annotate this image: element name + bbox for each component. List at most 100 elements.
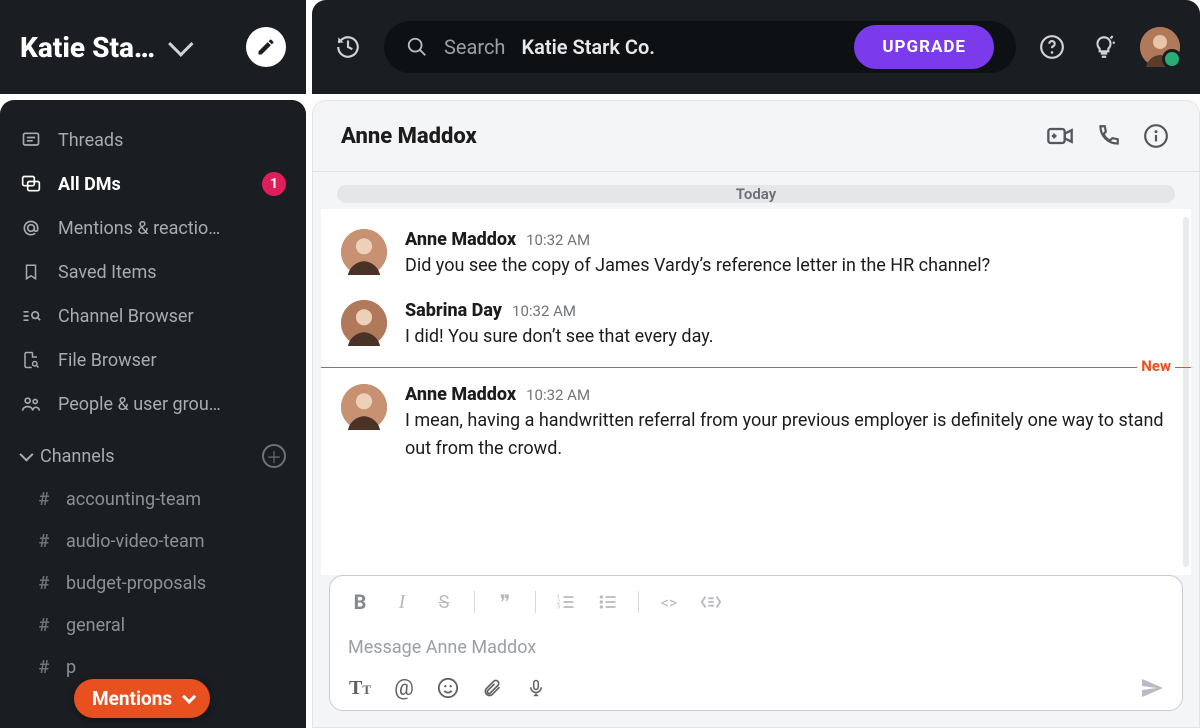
message-text: Did you see the copy of James Vardy’s re… xyxy=(405,252,1171,280)
people-icon xyxy=(20,394,42,414)
channel-accounting-team[interactable]: #accounting-team xyxy=(0,478,306,520)
whats-new-button[interactable] xyxy=(1088,31,1120,63)
audio-button[interactable] xyxy=(524,676,548,700)
quote-button[interactable]: ❞ xyxy=(493,590,517,614)
svg-text:3: 3 xyxy=(557,605,560,611)
composer: B I S ❞ 123 <> xyxy=(329,575,1183,711)
sidebar-item-channel-browser[interactable]: Channel Browser xyxy=(0,294,306,338)
channel-audio-video-team[interactable]: # audio-video-team xyxy=(0,520,306,562)
mentions-jump-pill[interactable]: Mentions xyxy=(74,679,210,718)
message-sender[interactable]: Anne Maddox xyxy=(405,384,516,405)
search-icon xyxy=(406,36,428,58)
channel-label: audio-video-team xyxy=(66,531,205,552)
channel-budget-proposals[interactable]: #budget-proposals xyxy=(0,562,306,604)
message-text: I did! You sure don’t see that every day… xyxy=(405,323,1171,351)
channel-general[interactable]: #general xyxy=(0,604,306,646)
compose-button[interactable] xyxy=(246,27,286,67)
user-avatar[interactable] xyxy=(1140,27,1180,67)
call-button[interactable] xyxy=(1093,121,1123,151)
channels-section-header[interactable]: Channels ＋ xyxy=(0,426,306,478)
strike-button[interactable]: S xyxy=(432,590,456,614)
sidebar-item-all-dms[interactable]: All DMs1 xyxy=(0,162,306,206)
sidebar-item-people-user-grou[interactable]: People & user grou… xyxy=(0,382,306,426)
ordered-list-button[interactable]: 123 xyxy=(554,590,578,614)
message-sender[interactable]: Anne Maddox xyxy=(405,229,516,250)
message-time: 10:32 AM xyxy=(512,302,576,320)
conversation-header: Anne Maddox xyxy=(313,101,1199,172)
help-button[interactable] xyxy=(1036,31,1068,63)
sidebar-item-label: All DMs xyxy=(58,174,246,195)
message-row: Sabrina Day 10:32 AM I did! You sure don’t… xyxy=(321,290,1191,361)
date-divider: Today xyxy=(337,184,1175,203)
attach-button[interactable] xyxy=(480,676,504,700)
sidebar-item-label: File Browser xyxy=(58,350,286,371)
add-channel-button[interactable]: ＋ xyxy=(262,444,286,468)
history-button[interactable] xyxy=(332,31,364,63)
mention-button[interactable]: @ xyxy=(392,676,416,700)
smile-icon xyxy=(437,677,459,699)
composer-actions: TT @ xyxy=(348,672,1164,700)
search-context: Katie Stark Co. xyxy=(521,35,655,59)
codeblock-icon xyxy=(700,592,722,612)
filebrowse-icon xyxy=(20,350,42,370)
help-icon xyxy=(1039,34,1065,60)
upgrade-label: UPGRADE xyxy=(882,37,966,57)
message-text: I mean, having a handwritten referral fr… xyxy=(405,407,1171,463)
add-video-button[interactable] xyxy=(1045,121,1075,151)
dms-icon xyxy=(20,174,42,194)
paperclip-icon xyxy=(482,677,502,699)
sidebar-item-label: Mentions & reactio… xyxy=(58,218,286,239)
sidebar-item-mentions-reactio[interactable]: Mentions & reactio… xyxy=(0,206,306,250)
italic-button[interactable]: I xyxy=(390,590,414,614)
sidebar-item-label: Threads xyxy=(58,130,286,151)
message-list: Anne Maddox 10:32 AM Did you see the copy … xyxy=(321,209,1191,575)
send-button[interactable] xyxy=(1140,676,1164,700)
browser-icon xyxy=(20,306,42,326)
separator xyxy=(535,591,536,613)
codeblock-button[interactable] xyxy=(699,590,723,614)
sidebar-item-saved-items[interactable]: Saved Items xyxy=(0,250,306,294)
hash-icon: # xyxy=(36,573,52,594)
search-bar[interactable]: Search Katie Stark Co. UPGRADE xyxy=(384,21,1016,73)
chevron-down-icon xyxy=(19,448,33,462)
formatting-toolbar: B I S ❞ 123 <> xyxy=(348,586,1164,625)
sidebar-item-file-browser[interactable]: File Browser xyxy=(0,338,306,382)
mic-icon xyxy=(527,677,545,699)
message-row: Anne Maddox 10:32 AM I mean, having a hand… xyxy=(321,374,1191,473)
workspace-name: Katie Sta… xyxy=(20,31,155,64)
bullet-list-button[interactable] xyxy=(596,590,620,614)
hash-icon: # xyxy=(36,531,52,552)
avatar[interactable] xyxy=(341,384,387,430)
avatar[interactable] xyxy=(341,300,387,346)
top-toolbar: Search Katie Stark Co. UPGRADE xyxy=(312,0,1200,94)
code-button[interactable]: <> xyxy=(657,590,681,614)
message-input[interactable]: Message Anne Maddox xyxy=(348,625,1164,672)
sidebar-item-label: Saved Items xyxy=(58,262,286,283)
message-sender[interactable]: Sabrina Day xyxy=(405,300,502,321)
bullet-list-icon xyxy=(598,592,618,612)
mentions-pill-label: Mentions xyxy=(92,687,172,710)
text-format-toggle[interactable]: TT xyxy=(348,676,372,700)
channel-label: accounting-team xyxy=(66,489,201,510)
sidebar-item-threads[interactable]: Threads xyxy=(0,118,306,162)
conversation-pane: Anne Maddox Today Anne Maddo xyxy=(312,100,1200,728)
new-messages-separator: New xyxy=(321,367,1191,368)
conversation-title: Anne Maddox xyxy=(341,124,1027,149)
separator xyxy=(638,591,639,613)
channels-header-label: Channels xyxy=(40,446,115,467)
bookmark-icon xyxy=(20,262,42,282)
ordered-list-icon: 123 xyxy=(556,592,576,612)
emoji-button[interactable] xyxy=(436,676,460,700)
details-button[interactable] xyxy=(1141,121,1171,151)
scrollbar[interactable] xyxy=(1183,217,1189,567)
message-time: 10:32 AM xyxy=(526,231,590,249)
message-time: 10:32 AM xyxy=(526,386,590,404)
workspace-switcher[interactable]: Katie Sta… xyxy=(0,0,306,94)
upgrade-button[interactable]: UPGRADE xyxy=(854,25,994,69)
channel-label: general xyxy=(66,615,125,636)
bold-button[interactable]: B xyxy=(348,590,372,614)
sidebar: Threads All DMs1 Mentions & reactio… Saved … xyxy=(0,100,306,728)
sidebar-item-label: Channel Browser xyxy=(58,306,286,327)
pencil-icon xyxy=(256,37,276,57)
avatar[interactable] xyxy=(341,229,387,275)
